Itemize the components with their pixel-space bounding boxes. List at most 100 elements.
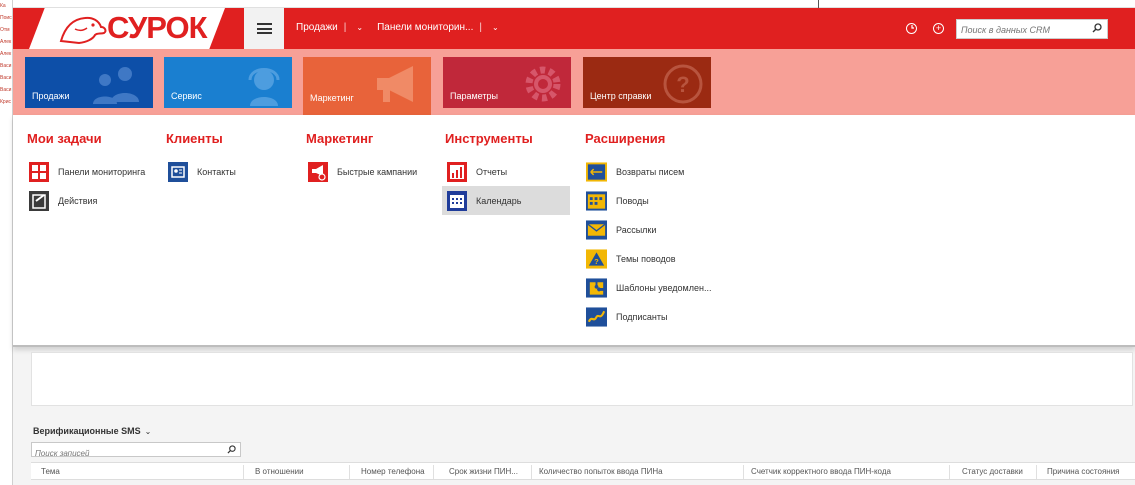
background-app-sliver: Ка Поиск Отм Алек Алек Васи Васи Васи Кр… xyxy=(0,0,13,485)
column-divider xyxy=(531,465,532,479)
group-title: Клиенты xyxy=(166,131,223,146)
envelope-icon xyxy=(586,219,607,240)
contacts-icon xyxy=(167,161,188,182)
tile-label: Параметры xyxy=(450,91,498,101)
group-title: Расширения xyxy=(585,131,666,146)
menu-item-label: Возвраты писем xyxy=(616,166,685,177)
brand-logo[interactable]: СУРОК xyxy=(29,8,225,49)
add-icon[interactable]: + xyxy=(933,23,944,34)
menu-item-contacts[interactable]: Контакты xyxy=(166,157,236,186)
view-title-label: Верификационные SMS xyxy=(33,426,141,436)
menu-item-label: Подписанты xyxy=(616,311,668,322)
menu-item-mailings[interactable]: Рассылки xyxy=(585,215,711,244)
window-top-strip xyxy=(13,0,1135,8)
sliver-text: Алек xyxy=(0,51,12,57)
campaign-icon xyxy=(307,161,328,182)
menu-item-calendar[interactable]: Календарь xyxy=(442,186,570,215)
menu-group-extensions: Расширения Возвраты писем Поводы Рассылк… xyxy=(585,131,711,331)
view-selector[interactable]: Верификационные SMS ⌄ xyxy=(33,426,151,436)
reports-icon xyxy=(446,161,467,182)
column-header-delivery-status[interactable]: Статус доставки xyxy=(962,467,1023,476)
menu-item-activities[interactable]: Действия xyxy=(27,186,145,215)
nav-area-sales[interactable]: Продажи xyxy=(296,22,338,33)
help-icon: ? xyxy=(663,64,703,104)
megaphone-icon xyxy=(377,66,413,102)
column-header-pin-attempts[interactable]: Количество попыток ввода ПИНа xyxy=(539,467,663,476)
menu-item-notification-templates[interactable]: Шаблоны уведомлен... xyxy=(585,273,711,302)
column-header-regarding[interactable]: В отношении xyxy=(255,467,304,476)
content-panel xyxy=(31,352,1133,406)
marmot-mascot-icon xyxy=(59,16,107,45)
column-divider xyxy=(743,465,744,479)
site-map-menu-button[interactable] xyxy=(244,8,284,49)
tile-help-center[interactable]: ? Центр справки xyxy=(583,57,711,108)
menu-item-label: Календарь xyxy=(476,195,522,206)
tile-label: Маркетинг xyxy=(310,93,354,103)
column-divider xyxy=(349,465,350,479)
email-return-icon xyxy=(586,161,607,182)
column-divider xyxy=(433,465,434,479)
sliver-text: Васи xyxy=(0,87,12,93)
menu-item-dashboards[interactable]: Панели мониторинга xyxy=(27,157,145,186)
svg-text:?: ? xyxy=(594,256,599,265)
column-header-pin-counter[interactable]: Счетчик корректного ввода ПИН-кода xyxy=(751,467,891,476)
column-divider xyxy=(1036,465,1037,479)
tile-settings[interactable]: Параметры xyxy=(443,57,571,108)
chevron-down-icon[interactable]: ⌄ xyxy=(145,427,152,436)
menu-group-my-work: Мои задачи Панели мониторинга Действия xyxy=(27,131,145,215)
record-search-box[interactable] xyxy=(31,442,241,460)
group-title: Мои задачи xyxy=(27,131,102,146)
crm-search-input[interactable] xyxy=(957,21,1082,39)
sliver-text: Ка xyxy=(0,3,6,9)
separator: | xyxy=(479,22,482,33)
dashboard-icon xyxy=(28,161,49,182)
column-header-subject[interactable]: Тема xyxy=(41,467,60,476)
menu-item-occasions[interactable]: Поводы xyxy=(585,186,711,215)
menu-item-bounced-emails[interactable]: Возвраты писем xyxy=(585,157,711,186)
clock-icon[interactable] xyxy=(906,23,917,34)
crm-search-box[interactable] xyxy=(956,19,1108,39)
column-header-phone[interactable]: Номер телефона xyxy=(361,467,425,476)
people-icon xyxy=(93,67,139,104)
occasion-calendar-icon xyxy=(586,190,607,211)
menu-item-occasion-topics[interactable]: ? Темы поводов xyxy=(585,244,711,273)
menu-item-signatories[interactable]: Подписанты xyxy=(585,302,711,331)
site-map-panel: Мои задачи Панели мониторинга Действия К… xyxy=(13,115,1135,347)
tile-marketing[interactable]: Маркетинг xyxy=(303,57,431,115)
activities-icon xyxy=(28,190,49,211)
search-icon[interactable] xyxy=(1092,23,1102,33)
menu-item-label: Рассылки xyxy=(616,224,657,235)
group-title: Маркетинг xyxy=(306,131,374,146)
crm-window: Ка Поиск Отм Алек Алек Васи Васи Васи Кр… xyxy=(0,0,1135,485)
tile-label: Центр справки xyxy=(590,91,652,101)
chevron-down-icon[interactable]: ⌄ xyxy=(356,23,363,32)
window-divider xyxy=(818,0,819,8)
sliver-text: Поиск xyxy=(0,15,13,21)
tile-service[interactable]: Сервис xyxy=(164,57,292,108)
search-icon[interactable] xyxy=(227,445,236,454)
sliver-text: Крис xyxy=(0,99,11,105)
puzzle-icon xyxy=(586,277,607,298)
menu-group-tools: Инструменты Отчеты Календарь xyxy=(442,131,570,215)
menu-group-marketing: Маркетинг Быстрые кампании xyxy=(306,131,417,186)
record-search-input[interactable] xyxy=(32,447,212,460)
menu-item-label: Отчеты xyxy=(476,166,508,177)
signature-icon xyxy=(586,306,607,327)
breadcrumb: Продажи | ⌄ Панели мониторин... | ⌄ xyxy=(296,22,513,33)
nav-dashboards[interactable]: Панели мониторин... xyxy=(377,22,473,33)
column-header-status-reason[interactable]: Причина состояния xyxy=(1047,467,1120,476)
svg-text:?: ? xyxy=(676,72,689,97)
menu-item-reports[interactable]: Отчеты xyxy=(445,157,570,186)
menu-item-label: Быстрые кампании xyxy=(337,166,418,177)
tile-sales[interactable]: Продажи xyxy=(25,57,153,108)
support-agent-icon xyxy=(248,68,280,106)
area-tiles-bar: Продажи Сервис Маркетинг Параметры ? Цен… xyxy=(13,49,1135,115)
column-divider xyxy=(949,465,950,479)
menu-group-customers: Клиенты Контакты xyxy=(166,131,236,186)
column-header-pin-lifetime[interactable]: Срок жизни ПИН... xyxy=(449,467,518,476)
chevron-down-icon[interactable]: ⌄ xyxy=(492,23,499,32)
menu-item-label: Темы поводов xyxy=(616,253,676,264)
tile-label: Продажи xyxy=(32,91,70,101)
menu-item-quick-campaigns[interactable]: Быстрые кампании xyxy=(306,157,417,186)
menu-item-label: Панели мониторинга xyxy=(58,166,146,177)
